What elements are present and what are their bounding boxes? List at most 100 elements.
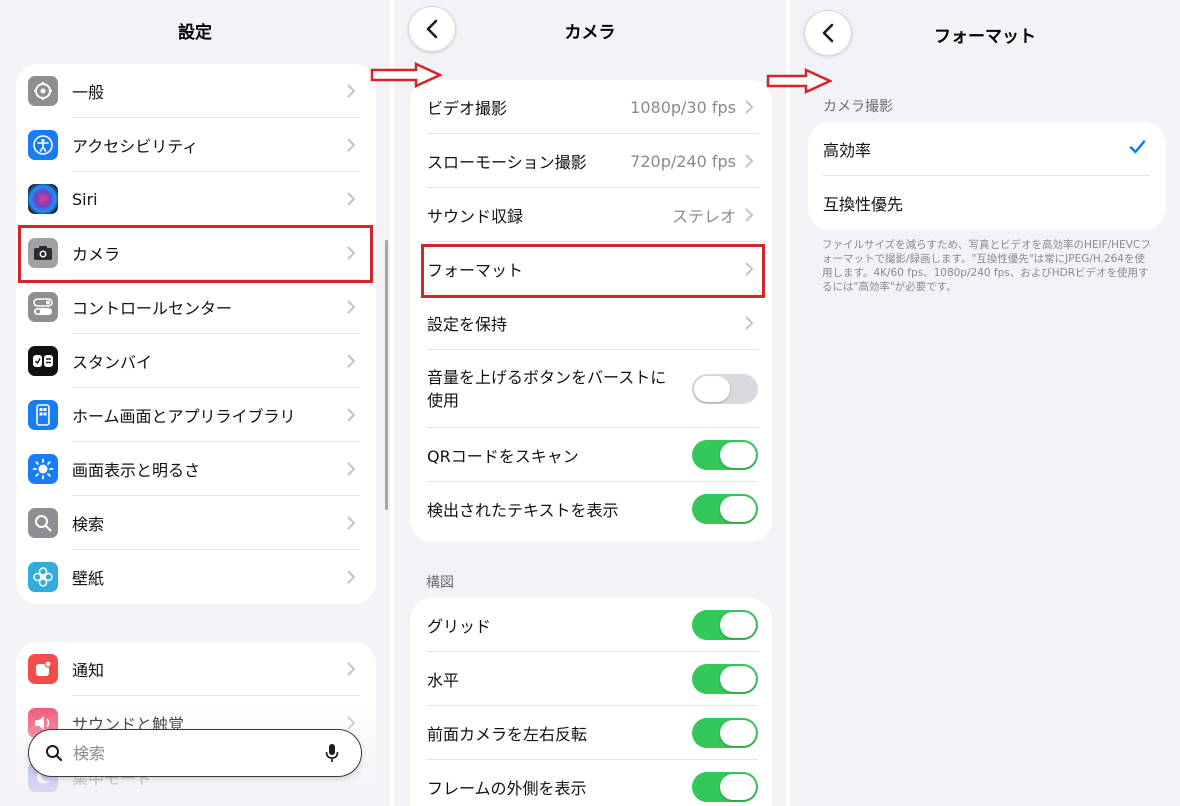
brightness-icon — [28, 454, 58, 484]
chevron-right-icon — [347, 300, 356, 314]
level-toggle[interactable] — [692, 664, 758, 694]
chevron-right-icon — [347, 570, 356, 584]
search-icon — [28, 508, 58, 538]
grid-toggle[interactable] — [692, 610, 758, 640]
camera-panel: カメラ ビデオ撮影 1080p/30 fps スローモーション撮影 720p/2… — [394, 0, 786, 806]
camera-row-text: 検出されたテキストを表示 — [410, 482, 772, 536]
settings-item-label: ホーム画面とアプリライブラリ — [72, 407, 296, 426]
row-label: スローモーション撮影 — [427, 153, 587, 172]
row-value: 720p/240 fps — [630, 151, 736, 171]
settings-item-standby[interactable]: スタンバイ — [16, 334, 376, 388]
row-label: グリッド — [427, 617, 492, 636]
camera-title: カメラ — [564, 23, 616, 43]
chevron-right-icon — [745, 316, 754, 330]
wallpaper-icon — [28, 562, 58, 592]
format-panel: フォーマット カメラ撮影 高効率 互換性優先 ファイルサイズを減らすため、写真と… — [790, 0, 1180, 806]
settings-item-label: 検索 — [72, 515, 105, 534]
settings-item-control-center[interactable]: コントロールセンター — [16, 280, 376, 334]
composition-row-level: 水平 — [410, 652, 772, 706]
row-label: 設定を保持 — [427, 315, 508, 334]
highlight-camera — [18, 225, 373, 283]
row-label: 水平 — [427, 671, 460, 690]
settings-item-siri[interactable]: Siri — [16, 172, 376, 226]
chevron-right-icon — [347, 192, 356, 206]
row-value: 1080p/30 fps — [630, 97, 736, 117]
microphone-icon[interactable] — [325, 743, 339, 763]
highlight-format — [421, 244, 765, 298]
camera-row-sound[interactable]: サウンド収録 ステレオ — [410, 188, 772, 242]
option-label: 高効率 — [823, 141, 872, 160]
format-footnote: ファイルサイズを減らすため、写真とビデオを高効率のHEIF/HEVCフォーマット… — [822, 239, 1151, 293]
row-label: フレームの外側を表示 — [427, 779, 587, 798]
row-label: 検出されたテキストを表示 — [427, 501, 619, 520]
format-option-most-compatible[interactable]: 互換性優先 — [808, 176, 1166, 230]
format-options: 高効率 互換性優先 — [808, 122, 1166, 230]
detected-text-toggle[interactable] — [692, 494, 758, 524]
settings-item-accessibility[interactable]: アクセシビリティ — [16, 118, 376, 172]
notification-icon — [28, 654, 58, 684]
row-label: 前面カメラを左右反転 — [427, 725, 588, 744]
settings-list-2: 通知 サウンドと触覚 集中モード — [16, 642, 376, 806]
settings-title: 設定 — [178, 23, 212, 43]
chevron-right-icon — [347, 408, 356, 422]
settings-item-display[interactable]: 画面表示と明るさ — [16, 442, 376, 496]
settings-item-notifications[interactable]: 通知 — [16, 642, 376, 696]
camera-capture-header: カメラ撮影 — [823, 99, 893, 115]
gear-icon — [28, 76, 58, 106]
settings-item-label: 通知 — [72, 661, 105, 680]
outside-frame-toggle[interactable] — [692, 772, 758, 802]
camera-settings-list: ビデオ撮影 1080p/30 fps スローモーション撮影 720p/240 f… — [410, 80, 772, 542]
settings-item-label: 一般 — [72, 83, 105, 102]
settings-item-label: コントロールセンター — [72, 299, 233, 318]
accessibility-icon — [28, 130, 58, 160]
settings-item-wallpaper[interactable]: 壁紙 — [16, 550, 376, 604]
home-screen-icon — [28, 400, 58, 430]
scrollbar[interactable] — [385, 240, 388, 510]
chevron-right-icon — [347, 462, 356, 476]
row-label: QRコードをスキャン — [427, 447, 579, 466]
row-label: ビデオ撮影 — [427, 99, 508, 118]
chevron-right-icon — [347, 138, 356, 152]
arrow-right-icon — [370, 62, 442, 88]
row-label: サウンド収録 — [427, 207, 524, 226]
standby-icon — [28, 346, 58, 376]
chevron-right-icon — [347, 84, 356, 98]
camera-row-slomo[interactable]: スローモーション撮影 720p/240 fps — [410, 134, 772, 188]
qr-toggle[interactable] — [692, 440, 758, 470]
chevron-right-icon — [347, 662, 356, 676]
control-center-icon — [28, 292, 58, 322]
camera-row-burst: 音量を上げるボタンをバーストに使用 — [410, 350, 772, 428]
checkmark-icon — [1129, 140, 1146, 154]
siri-icon — [28, 184, 58, 214]
settings-item-search[interactable]: 検索 — [16, 496, 376, 550]
mirror-toggle[interactable] — [692, 718, 758, 748]
settings-item-label: 壁紙 — [72, 569, 105, 588]
search-icon — [46, 745, 63, 762]
settings-item-home-screen[interactable]: ホーム画面とアプリライブラリ — [16, 388, 376, 442]
chevron-right-icon — [347, 354, 356, 368]
burst-toggle[interactable] — [692, 374, 758, 404]
chevron-right-icon — [745, 100, 754, 114]
settings-panel: 設定 一般 アクセシビリティ Siri カメラ コントロールセンター スタンバイ… — [0, 0, 390, 806]
format-option-high-efficiency[interactable]: 高効率 — [808, 122, 1166, 176]
camera-row-preserve[interactable]: 設定を保持 — [410, 296, 772, 350]
format-title: フォーマット — [934, 27, 1036, 47]
composition-row-grid: グリッド — [410, 598, 772, 652]
row-value: ステレオ — [671, 207, 736, 226]
chevron-right-icon — [347, 716, 356, 730]
camera-row-qr: QRコードをスキャン — [410, 428, 772, 482]
camera-row-video[interactable]: ビデオ撮影 1080p/30 fps — [410, 80, 772, 134]
composition-row-mirror: 前面カメラを左右反転 — [410, 706, 772, 760]
search-bar[interactable] — [28, 729, 362, 777]
composition-row-outside-frame: フレームの外側を表示 — [410, 760, 772, 806]
row-label: 音量を上げるボタンをバーストに使用 — [427, 368, 667, 410]
settings-item-label: スタンバイ — [72, 353, 153, 372]
settings-item-label: アクセシビリティ — [72, 137, 199, 156]
search-input[interactable] — [73, 743, 293, 763]
composition-list: グリッド 水平 前面カメラを左右反転 フレームの外側を表示 — [410, 598, 772, 806]
settings-item-label: 画面表示と明るさ — [72, 461, 201, 480]
option-label: 互換性優先 — [823, 195, 904, 214]
settings-item-general[interactable]: 一般 — [16, 64, 376, 118]
composition-header: 構図 — [426, 575, 454, 591]
settings-list: 一般 アクセシビリティ Siri カメラ コントロールセンター スタンバイ ホー… — [16, 64, 376, 604]
